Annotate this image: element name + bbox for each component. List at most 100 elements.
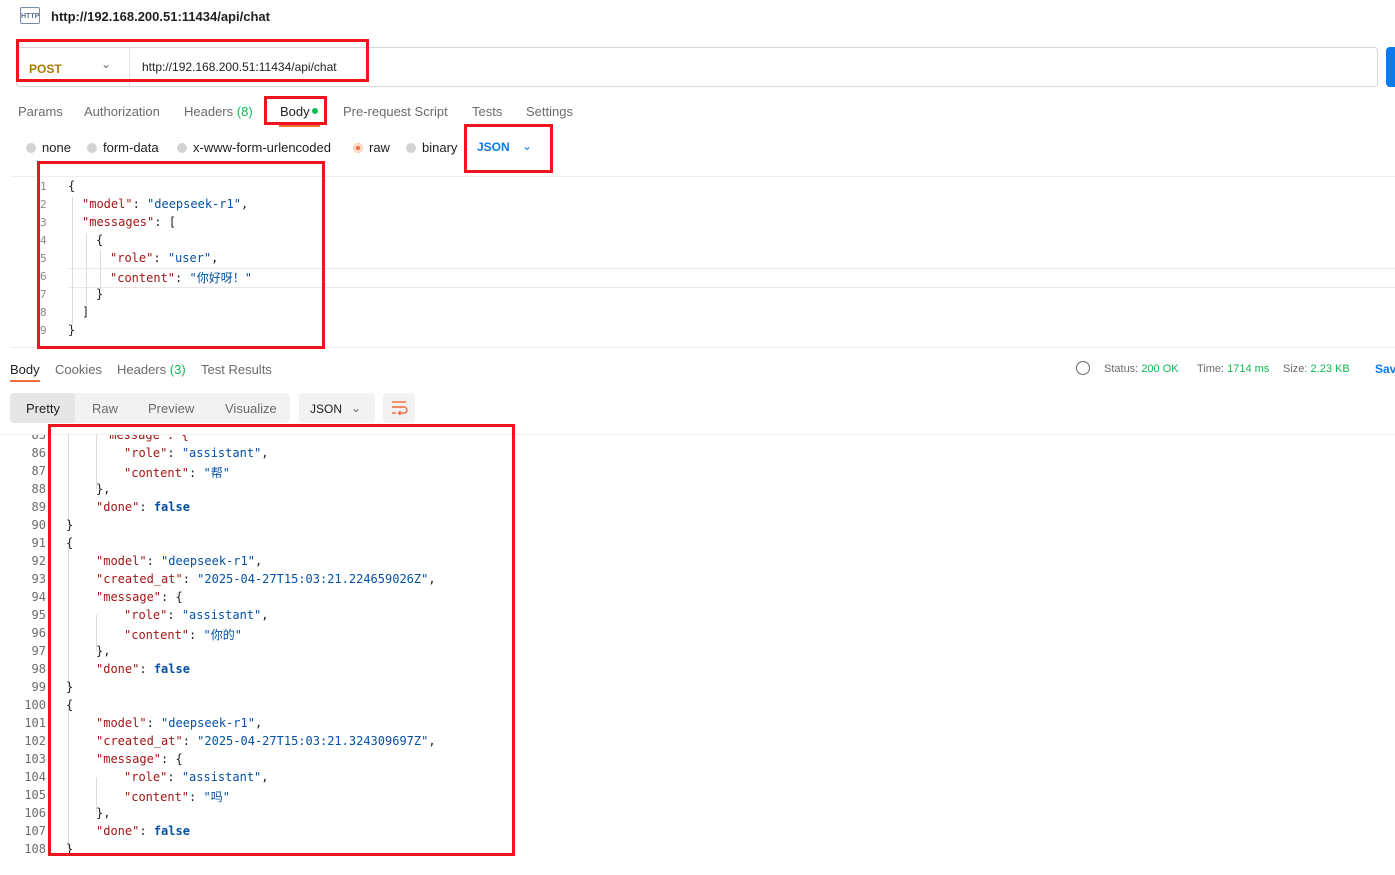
code-line: "content": "吗" [124,790,230,804]
json-key: "role" [124,770,168,784]
radio-label: none [42,140,71,155]
tab-tests[interactable]: Tests [472,104,502,119]
radio-icon [177,143,187,153]
code-line: "created_at": "2025-04-27T15:03:21.22465… [96,572,436,586]
indent-guide [72,197,73,325]
json-key: "model" [96,716,147,730]
indent-guide [68,543,69,687]
json-key: "done" [96,500,140,514]
line-number: 94 [31,590,46,604]
code-line: "message": { [96,590,183,604]
code-line: { [68,179,75,193]
size-readout: Size: 2.23 KB [1283,363,1350,375]
url-input[interactable]: http://192.168.200.51:11434/api/chat [142,60,337,74]
resp-tab-test-results[interactable]: Test Results [201,362,272,377]
indent-guide [86,233,87,307]
line-number: 95 [31,608,46,622]
json-key: "content" [124,628,190,642]
active-line-highlight [68,268,1395,288]
url-bar: POST ⌄ http://192.168.200.51:11434/api/c… [16,47,1378,87]
radio-form-data[interactable]: form-data [87,140,159,155]
code-line: "message": { [102,434,189,442]
method-value: POST [29,62,62,76]
code-line: "model": "deepseek-r1", [82,197,249,211]
json-string: "吗" [203,790,230,804]
radio-x-www-form-urlencoded[interactable]: x-www-form-urlencoded [177,140,331,155]
format-preview-button[interactable]: Preview [148,401,194,416]
code-line: }, [96,806,111,820]
radio-binary[interactable]: binary [406,140,457,155]
radio-icon [87,143,97,153]
resp-tab-cookies[interactable]: Cookies [55,362,102,377]
send-button[interactable] [1386,47,1395,87]
line-number: 4 [40,234,47,247]
code-line: "content": "你的" [124,628,242,642]
json-key: "role" [110,251,154,265]
line-number: 100 [24,698,46,712]
line-number: 86 [31,446,46,460]
json-key: "created_at" [96,734,183,748]
code-line: "messages": [ [82,215,176,229]
code-line: } [68,323,76,337]
json-key: "message" [96,590,162,604]
indent-guide [100,251,101,289]
radio-raw[interactable]: raw [353,140,390,155]
code-line: { [66,536,74,550]
resp-tab-headers[interactable]: Headers (3) [117,362,186,377]
method-select[interactable]: POST ⌄ [17,48,130,86]
save-response-button[interactable]: Sav [1375,362,1395,376]
radio-none[interactable]: none [26,140,71,155]
radio-label: form-data [103,140,159,155]
resp-tab-headers-label: Headers [117,362,167,377]
line-number: 87 [31,464,46,478]
json-boolean: false [153,824,190,838]
tab-headers[interactable]: Headers (8) [184,104,253,119]
code-line: "content": "你好呀！" [110,271,252,285]
line-number: 102 [24,734,46,748]
line-number: 104 [24,770,46,784]
code-line: "created_at": "2025-04-27T15:03:21.32430… [96,734,436,748]
tab-authorization[interactable]: Authorization [84,104,160,119]
line-number: 3 [40,216,47,229]
radio-label: binary [422,140,458,155]
code-line: "done": false [96,500,190,514]
tab-headers-count: (8) [236,104,253,119]
format-visualize-button[interactable]: Visualize [225,401,277,416]
response-body-viewer[interactable]: 85 86 87 88 89 90 91 92 93 94 95 96 97 9… [0,434,1395,865]
status-value: 200 OK [1141,363,1179,375]
json-key: "message" [96,752,162,766]
tab-pre-request-script[interactable]: Pre-request Script [343,104,448,119]
radio-icon [406,143,416,153]
radio-selected-icon [353,143,363,153]
json-key: "done" [96,824,140,838]
resp-tab-body-underline [10,380,40,382]
tab-params[interactable]: Params [18,104,63,119]
time-readout: Time: 1714 ms [1197,363,1269,375]
format-pretty-button[interactable]: Pretty [26,401,60,416]
json-key: "content" [124,466,190,480]
format-raw-button[interactable]: Raw [92,401,118,416]
body-format-select[interactable]: JSON [477,140,510,154]
json-key: "content" [124,790,190,804]
request-title: http://192.168.200.51:11434/api/chat [51,9,270,24]
code-line: "done": false [96,824,190,838]
globe-icon[interactable] [1076,361,1090,375]
tab-headers-label: Headers [184,104,234,119]
tab-settings[interactable]: Settings [526,104,573,119]
code-line: { [96,233,104,247]
line-number: 90 [31,518,46,532]
json-string: "assistant" [181,446,262,460]
code-line: } [66,842,74,856]
wrap-lines-button[interactable] [383,393,415,423]
resp-tab-body[interactable]: Body [10,362,40,377]
tab-body[interactable]: Body [280,104,310,119]
size-label: Size: [1283,363,1308,375]
chevron-down-icon: ⌄ [351,401,362,415]
chevron-down-icon[interactable]: ⌄ [522,139,532,153]
size-value: 2.23 KB [1310,363,1350,375]
request-body-editor[interactable]: 1 2 3 4 5 6 7 8 9 { "model": "deepseek-r… [10,176,1395,348]
response-format-value: JSON [310,402,343,416]
json-key: "messages" [82,215,155,229]
json-key: "done" [96,662,140,676]
line-number: 88 [31,482,46,496]
